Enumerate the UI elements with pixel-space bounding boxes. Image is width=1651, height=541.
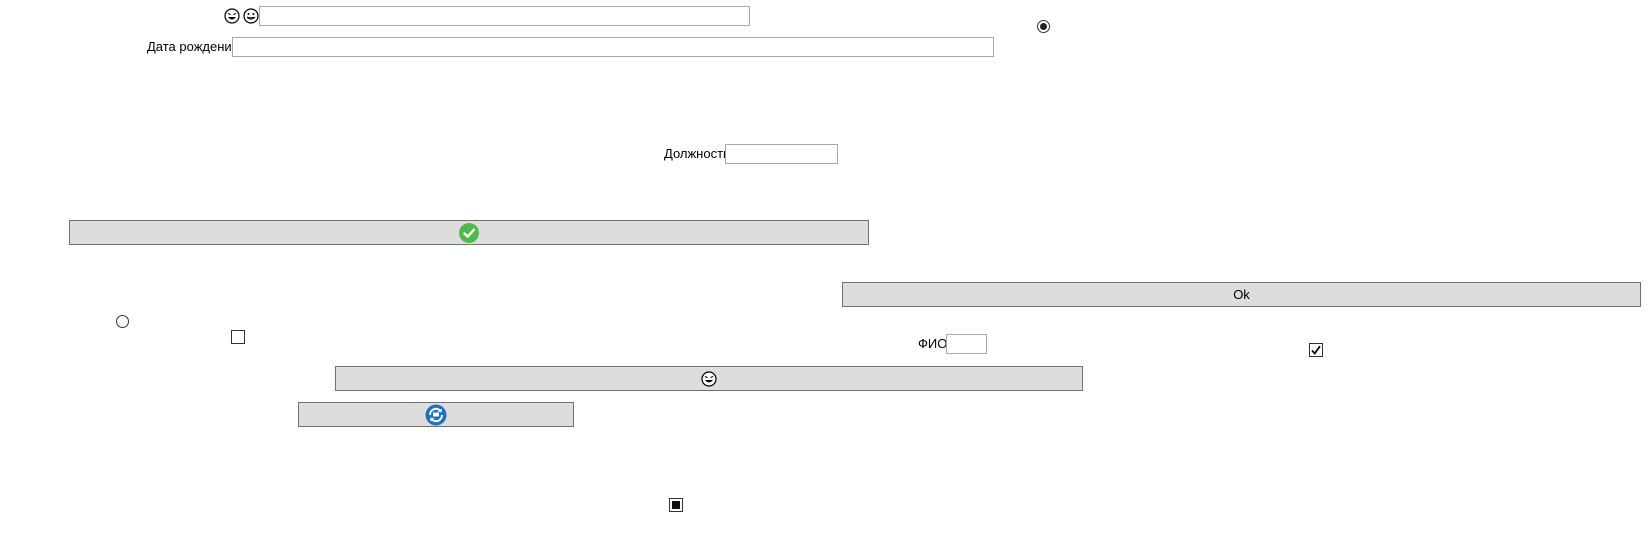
- fio-label: ФИО: [918, 336, 948, 351]
- checkbox-bottom[interactable]: [669, 498, 683, 512]
- smiling-face-icon: [243, 8, 259, 24]
- confirm-button[interactable]: [69, 220, 869, 245]
- checkmark-icon: [1310, 344, 1322, 356]
- radio-button-left[interactable]: [116, 315, 129, 328]
- laughing-face-icon: [224, 8, 240, 24]
- radio-button-top[interactable]: [1037, 20, 1050, 33]
- position-label: Должность: [664, 146, 730, 161]
- ok-button-label: Ok: [1233, 287, 1250, 302]
- fio-input[interactable]: [946, 334, 987, 354]
- blue-refresh-icon: [425, 404, 447, 426]
- checkbox-right[interactable]: [1309, 343, 1323, 357]
- birth-date-input[interactable]: [232, 37, 994, 57]
- refresh-button[interactable]: [298, 402, 574, 427]
- checkbox-left[interactable]: [231, 330, 245, 344]
- laughing-face-icon: [701, 370, 717, 387]
- position-input[interactable]: [725, 144, 838, 164]
- top-text-input[interactable]: [259, 6, 750, 26]
- birth-date-label: Дата рождения: [147, 39, 239, 54]
- ok-button[interactable]: Ok: [842, 282, 1641, 307]
- emoji-button[interactable]: [335, 366, 1083, 391]
- green-check-icon: [459, 222, 479, 243]
